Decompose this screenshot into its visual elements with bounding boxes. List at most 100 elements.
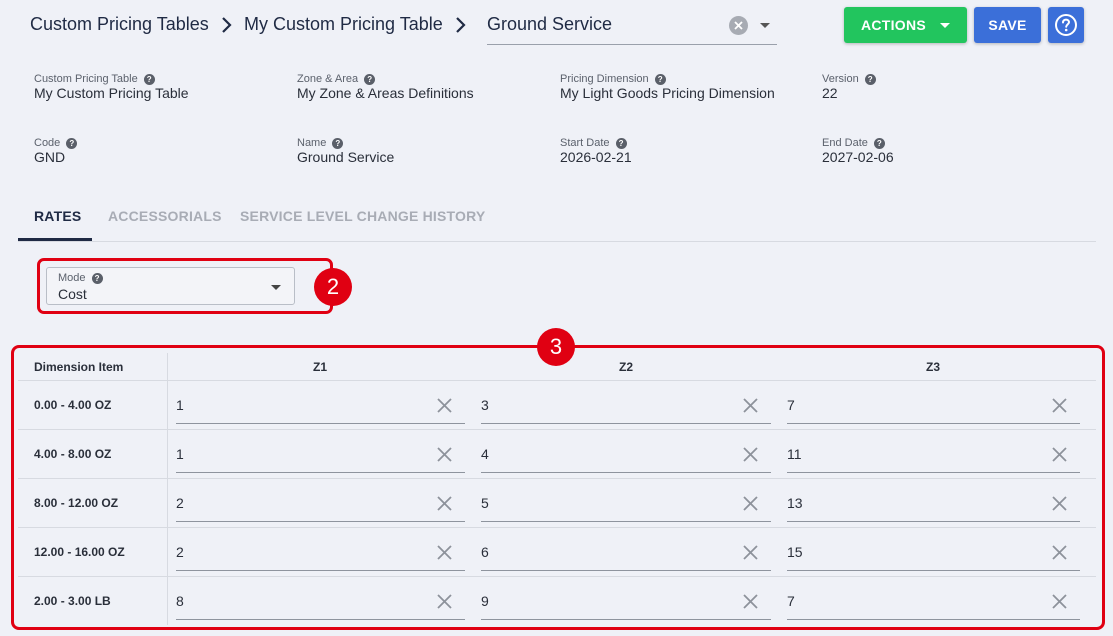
help-icon[interactable]: ? <box>654 73 666 85</box>
info-code: Code? GND <box>34 137 78 165</box>
column-divider <box>167 353 168 625</box>
info-name: Name? Ground Service <box>297 137 394 165</box>
mode-select[interactable]: Mode? Cost <box>46 267 295 305</box>
help-icon[interactable]: ? <box>364 73 376 85</box>
row-label: 8.00 - 12.00 OZ <box>34 496 119 510</box>
row-label: 0.00 - 4.00 OZ <box>34 398 112 412</box>
clear-icon[interactable] <box>1051 446 1068 468</box>
rate-input-z3[interactable]: 15 <box>787 528 1080 571</box>
help-icon[interactable]: ? <box>143 73 155 85</box>
rate-input-z2[interactable]: 6 <box>481 528 771 571</box>
clear-icon[interactable] <box>436 495 453 517</box>
field-value: GND <box>34 149 66 165</box>
rate-input-z3[interactable]: 11 <box>787 430 1080 473</box>
info-custom-pricing-table: Custom Pricing Table? My Custom Pricing … <box>34 73 189 101</box>
rate-value: 8 <box>176 593 184 609</box>
info-start-date: Start Date? 2026-02-21 <box>560 137 632 165</box>
tab-divider <box>18 241 1096 242</box>
clear-icon[interactable] <box>436 593 453 615</box>
rate-input-z1[interactable]: 2 <box>176 528 465 571</box>
row-label: 12.00 - 16.00 OZ <box>34 545 125 559</box>
help-icon[interactable]: ? <box>873 137 885 149</box>
info-end-date: End Date? 2027-02-06 <box>822 137 894 165</box>
rate-value: 13 <box>787 495 803 511</box>
help-button[interactable] <box>1048 7 1084 43</box>
breadcrumb-item-custom-pricing-tables[interactable]: Custom Pricing Tables <box>30 14 209 35</box>
rate-value: 11 <box>787 446 802 462</box>
rate-value: 1 <box>176 446 184 462</box>
field-value: My Custom Pricing Table <box>34 85 189 101</box>
field-value: Ground Service <box>297 149 395 165</box>
field-value: 2027-02-06 <box>822 149 894 165</box>
field-label: Name <box>297 137 327 149</box>
service-level-value: Ground Service <box>487 14 613 34</box>
rate-input-z2[interactable]: 9 <box>481 577 771 620</box>
header-z1: Z1 <box>313 359 328 374</box>
field-value: 2026-02-21 <box>560 149 632 165</box>
help-icon[interactable]: ? <box>864 73 876 85</box>
caret-down-icon[interactable] <box>760 23 770 28</box>
rate-input-z3[interactable]: 7 <box>787 577 1080 620</box>
rate-value: 3 <box>481 397 489 413</box>
rate-input-z1[interactable]: 2 <box>176 479 465 522</box>
rate-input-z2[interactable]: 4 <box>481 430 771 473</box>
rate-value: 9 <box>481 593 489 609</box>
rate-value: 1 <box>176 397 184 413</box>
clear-icon[interactable] <box>742 397 759 419</box>
clear-icon[interactable] <box>436 446 453 468</box>
help-icon[interactable]: ? <box>66 137 78 149</box>
rate-input-z2[interactable]: 3 <box>481 381 771 424</box>
help-circle-icon <box>1055 14 1077 36</box>
field-label: Version <box>822 73 859 85</box>
chevron-right-icon <box>456 17 466 33</box>
save-button[interactable]: SAVE <box>974 7 1041 43</box>
info-pricing-dimension: Pricing Dimension? My Light Goods Pricin… <box>560 73 775 101</box>
rate-input-z1[interactable]: 8 <box>176 577 465 620</box>
row-label: 4.00 - 8.00 OZ <box>34 447 112 461</box>
rate-input-z2[interactable]: 5 <box>481 479 771 522</box>
info-version: Version? 22 <box>822 73 876 101</box>
annotation-badge-2: 2 <box>314 268 352 306</box>
rates-table: Dimension Item Z1 Z2 Z3 0.00 - 4.00 OZ 1 3… <box>18 353 1096 625</box>
clear-icon[interactable] <box>742 544 759 566</box>
breadcrumb-item-my-custom-pricing-table[interactable]: My Custom Pricing Table <box>244 14 443 35</box>
mode-value: Cost <box>58 286 87 302</box>
rate-value: 7 <box>787 397 795 413</box>
clear-icon[interactable] <box>1051 397 1068 419</box>
clear-icon[interactable] <box>742 446 759 468</box>
mode-label: Mode <box>58 272 86 284</box>
field-value: My Zone & Areas Definitions <box>297 85 474 101</box>
rate-value: 6 <box>481 544 489 560</box>
field-label: Code <box>34 137 61 149</box>
clear-icon[interactable] <box>436 397 453 419</box>
clear-icon[interactable] <box>742 495 759 517</box>
clear-icon[interactable] <box>1051 495 1068 517</box>
clear-icon[interactable] <box>1051 544 1068 566</box>
tab-service-level-change-history[interactable]: SERVICE LEVEL CHANGE HISTORY <box>240 208 485 224</box>
clear-icon[interactable] <box>742 593 759 615</box>
actions-button-label: ACTIONS <box>860 17 927 33</box>
clear-icon[interactable] <box>1051 593 1068 615</box>
field-value: My Light Goods Pricing Dimension <box>560 85 775 101</box>
tab-accessorials[interactable]: ACCESSORIALS <box>108 208 222 224</box>
chevron-right-icon <box>222 17 232 33</box>
field-label: End Date <box>822 137 868 149</box>
help-icon[interactable]: ? <box>615 137 627 149</box>
rate-input-z1[interactable]: 1 <box>176 430 465 473</box>
active-tab-indicator <box>18 238 92 241</box>
rate-input-z3[interactable]: 13 <box>787 479 1080 522</box>
tab-rates[interactable]: RATES <box>34 208 81 224</box>
rate-value: 5 <box>481 495 489 511</box>
help-icon[interactable]: ? <box>91 272 103 284</box>
caret-down-icon <box>940 22 951 28</box>
service-level-select[interactable]: Ground Service <box>487 8 777 45</box>
clear-icon[interactable] <box>436 544 453 566</box>
rate-input-z3[interactable]: 7 <box>787 381 1080 424</box>
rate-value: 4 <box>481 446 489 462</box>
actions-button[interactable]: ACTIONS <box>844 7 967 43</box>
clear-icon[interactable] <box>729 16 748 35</box>
rate-value: 2 <box>176 544 184 560</box>
rate-input-z1[interactable]: 1 <box>176 381 465 424</box>
help-icon[interactable]: ? <box>332 137 344 149</box>
header-dimension-item: Dimension Item <box>34 359 124 374</box>
